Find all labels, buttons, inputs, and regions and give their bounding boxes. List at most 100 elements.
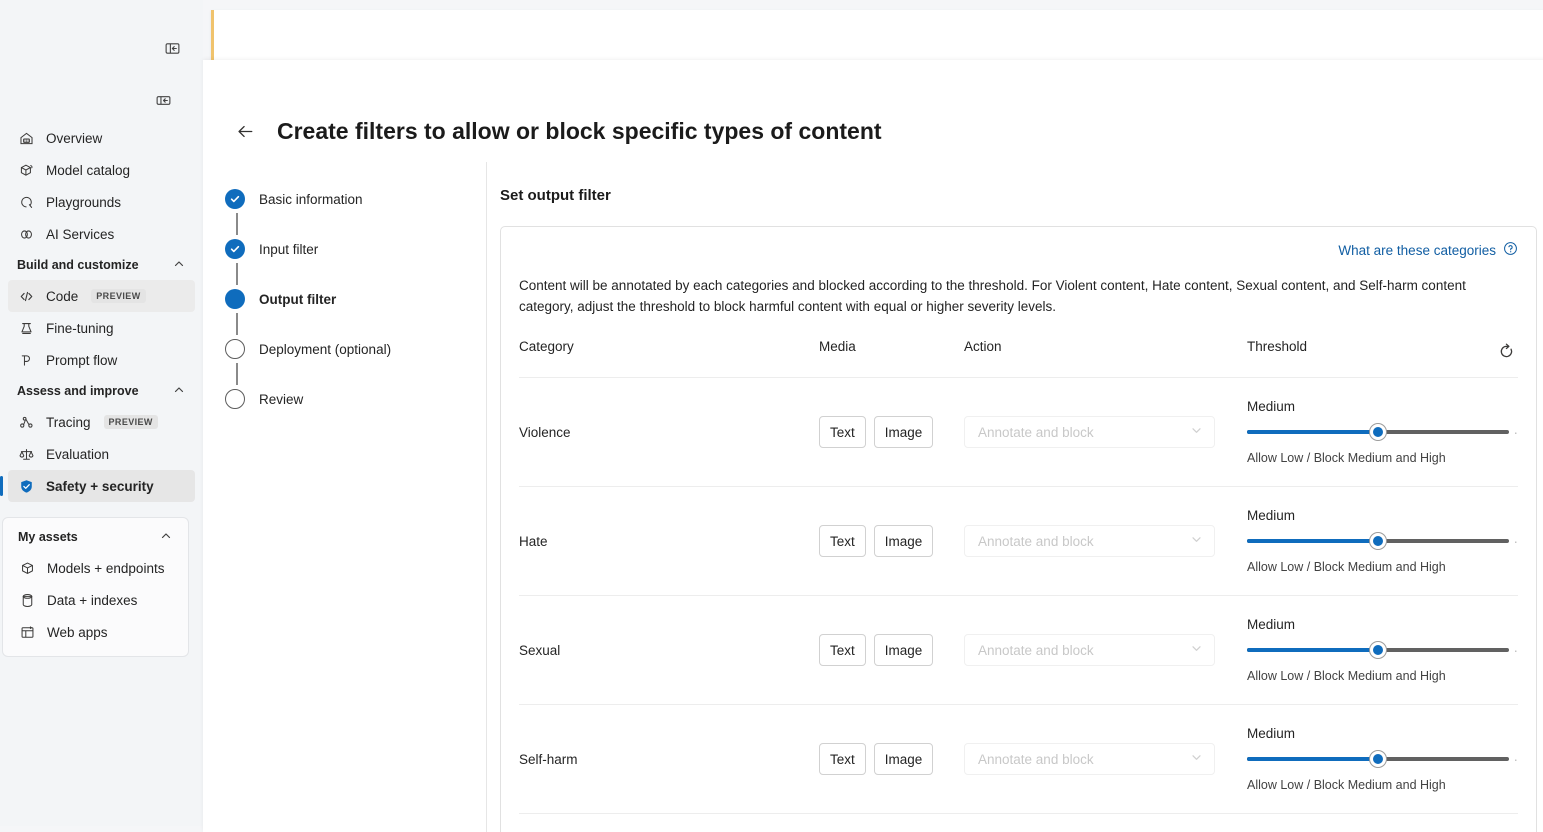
column-header-category: Category [519, 339, 819, 378]
media-button-image[interactable]: Image [874, 525, 934, 557]
table-row: Sexual Text Image Annotate and block [519, 596, 1518, 705]
threshold-value-label: Medium [1247, 726, 1509, 741]
sidebar-item-label: Overview [46, 131, 102, 146]
question-circle-icon [1503, 241, 1518, 259]
threshold-help-text: Allow Low / Block Medium and High [1247, 778, 1509, 792]
wizard-step-deployment[interactable]: Deployment (optional) [225, 335, 486, 363]
chevron-down-icon [1190, 751, 1203, 767]
wizard-step-input-filter[interactable]: Input filter [225, 235, 486, 263]
slider-fill [1247, 539, 1378, 543]
category-label: Sexual [519, 643, 560, 658]
category-name: Sexual [519, 643, 819, 658]
threshold-slider[interactable] [1247, 425, 1509, 439]
media-button-text[interactable]: Text [819, 743, 866, 775]
page-title: Create filters to allow or block specifi… [277, 118, 882, 145]
slider-fill [1247, 430, 1378, 434]
threshold-slider[interactable] [1247, 643, 1509, 657]
sidebar-item-prompt-flow[interactable]: Prompt flow [8, 344, 195, 376]
media-button-text[interactable]: Text [819, 634, 866, 666]
sidebar-item-playgrounds[interactable]: Playgrounds [8, 186, 195, 218]
slider-thumb[interactable] [1370, 751, 1386, 767]
section-title: Set output filter [500, 187, 1543, 204]
column-header-action: Action [964, 339, 1247, 378]
step-current-icon [225, 289, 245, 309]
step-label: Review [259, 392, 303, 407]
action-value: Annotate and block [978, 752, 1094, 767]
slider-thumb[interactable] [1370, 533, 1386, 549]
media-toggle-group: Text Image [819, 743, 964, 775]
chevron-down-icon [1190, 642, 1203, 658]
sidebar-item-web-apps[interactable]: Web apps [9, 616, 182, 648]
sidebar-group-build-and-customize[interactable]: Build and customize [8, 250, 195, 280]
collapse-panel-secondary-icon[interactable] [152, 89, 174, 111]
table-row: Hate Text Image Annotate and block [519, 487, 1518, 596]
chevron-up-icon [160, 530, 172, 545]
wizard-step-output-filter[interactable]: Output filter [225, 285, 486, 313]
threshold-slider[interactable] [1247, 534, 1509, 548]
action-value: Annotate and block [978, 425, 1094, 440]
sidebar-item-label: Prompt flow [46, 353, 117, 368]
sidebar-group-assess-and-improve[interactable]: Assess and improve [8, 376, 195, 406]
action-dropdown[interactable]: Annotate and block [964, 525, 1215, 557]
action-dropdown[interactable]: Annotate and block [964, 634, 1215, 666]
sidebar-my-assets-card: My assets Models + endpoints Data + [2, 517, 189, 657]
slider-thumb[interactable] [1370, 424, 1386, 440]
action-dropdown[interactable]: Annotate and block [964, 416, 1215, 448]
column-header-threshold: Threshold [1247, 339, 1474, 378]
category-name: Hate [519, 534, 819, 549]
collapse-panel-icon[interactable] [161, 37, 183, 59]
prompt-flow-icon [17, 351, 35, 369]
web-app-icon [18, 623, 36, 641]
row-overflow: · [1474, 814, 1518, 832]
reset-icon[interactable] [1494, 339, 1518, 363]
sidebar-item-safety-security[interactable]: Safety + security [8, 470, 195, 502]
step-done-icon [225, 189, 245, 209]
media-button-text[interactable]: Text [819, 525, 866, 557]
wizard-step-basic-information[interactable]: Basic information [225, 185, 486, 213]
step-label: Input filter [259, 242, 318, 257]
threshold-slider[interactable] [1247, 752, 1509, 766]
sidebar-item-overview[interactable]: Overview [8, 122, 195, 154]
scales-icon [17, 445, 35, 463]
step-label: Basic information [259, 192, 363, 207]
action-dropdown[interactable]: Annotate and block [964, 743, 1215, 775]
threshold-value-label: Medium [1247, 399, 1509, 414]
sidebar-item-tracing[interactable]: Tracing PREVIEW [8, 406, 195, 438]
slider-thumb[interactable] [1370, 642, 1386, 658]
flask-icon [17, 319, 35, 337]
sidebar-item-label: Playgrounds [46, 195, 121, 210]
sidebar-item-model-catalog[interactable]: Model catalog [8, 154, 195, 186]
chevron-up-icon [173, 258, 185, 273]
media-button-image[interactable]: Image [874, 743, 934, 775]
page-header: Create filters to allow or block specifi… [233, 118, 882, 145]
media-toggle-group: Text Image [819, 525, 964, 557]
slider-fill [1247, 757, 1378, 761]
background-panel [211, 10, 1543, 60]
sidebar-item-label: Data + indexes [47, 593, 137, 608]
media-toggle-group: Text Image [819, 416, 964, 448]
media-button-text[interactable]: Text [819, 416, 866, 448]
wizard-steps: Basic information Input filter Output fi… [225, 162, 487, 832]
step-todo-icon [225, 339, 245, 359]
sidebar-item-code[interactable]: Code PREVIEW [8, 280, 195, 312]
sidebar-item-data-indexes[interactable]: Data + indexes [9, 584, 182, 616]
sidebar-item-fine-tuning[interactable]: Fine-tuning [8, 312, 195, 344]
slider-fill [1247, 648, 1378, 652]
media-button-image[interactable]: Image [874, 416, 934, 448]
table-header-row: Category Media Action Threshold [519, 339, 1518, 378]
wizard-step-review[interactable]: Review [225, 385, 486, 413]
sidebar-group-my-assets[interactable]: My assets [9, 522, 182, 552]
back-arrow-icon[interactable] [233, 120, 257, 144]
sidebar-item-evaluation[interactable]: Evaluation [8, 438, 195, 470]
link-label: What are these categories [1338, 243, 1496, 258]
chat-bubble-icon [17, 193, 35, 211]
sidebar-item-ai-services[interactable]: AI Services [8, 218, 195, 250]
what-are-these-categories-link[interactable]: What are these categories [1338, 241, 1518, 259]
column-header-reset [1474, 339, 1518, 378]
media-button-image[interactable]: Image [874, 634, 934, 666]
sidebar-nav: Overview Model catalog Playgrounds [0, 122, 203, 502]
sidebar-item-models-endpoints[interactable]: Models + endpoints [9, 552, 182, 584]
cube-icon [17, 161, 35, 179]
tracing-icon [17, 413, 35, 431]
preview-badge: PREVIEW [91, 289, 145, 303]
